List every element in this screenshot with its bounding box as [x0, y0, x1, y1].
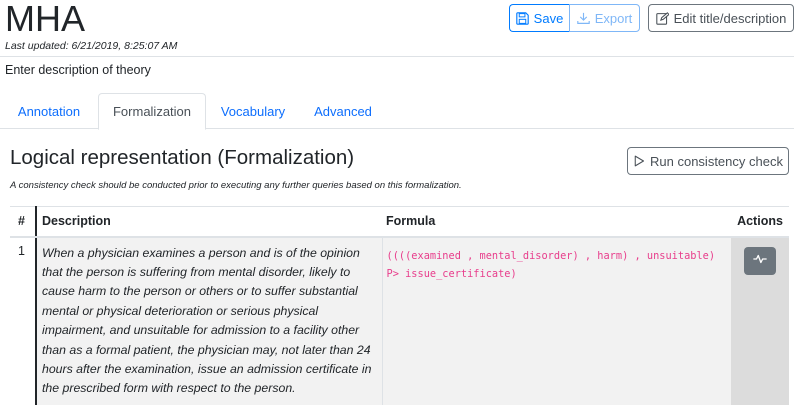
save-icon — [515, 11, 529, 25]
column-header-actions: Actions — [731, 206, 789, 238]
edit-icon — [655, 11, 669, 25]
save-button[interactable]: Save — [509, 4, 569, 32]
activity-icon — [753, 253, 767, 268]
column-header-formula: Formula — [382, 206, 731, 238]
row-formula[interactable]: ((((examined , mental_disorder) , harm) … — [381, 236, 731, 405]
analyze-button[interactable] — [744, 246, 776, 275]
column-header-description: Description — [35, 206, 382, 238]
formalization-table: # Description Formula Actions 1 When a p… — [10, 206, 789, 405]
export-button[interactable]: Export — [569, 4, 640, 32]
run-label: Run consistency check — [650, 153, 783, 169]
tab-bar: Annotation Formalization Vocabulary Adva… — [0, 93, 794, 130]
tab-vocabulary[interactable]: Vocabulary — [206, 93, 300, 129]
download-icon — [576, 12, 590, 25]
run-consistency-check-button[interactable]: Run consistency check — [627, 147, 789, 175]
row-number: 1 — [10, 236, 36, 405]
tab-advanced[interactable]: Advanced — [300, 93, 386, 129]
tab-formalization[interactable]: Formalization — [98, 93, 206, 130]
header-divider — [0, 56, 794, 57]
row-description[interactable]: When a physician examines a person and i… — [35, 236, 382, 405]
column-header-number: # — [10, 206, 36, 238]
save-label: Save — [533, 10, 564, 26]
theory-description[interactable]: Enter description of theory — [5, 63, 151, 77]
tab-annotation[interactable]: Annotation — [0, 93, 98, 129]
row-actions — [731, 236, 789, 405]
table-row: 1 When a physician examines a person and… — [10, 236, 789, 405]
consistency-note: A consistency check should be conducted … — [10, 180, 462, 191]
table-header-row: # Description Formula Actions — [10, 206, 789, 238]
edit-title-button[interactable]: Edit title/description — [648, 4, 794, 32]
edit-label: Edit title/description — [673, 10, 787, 26]
play-icon — [633, 155, 645, 167]
export-label: Export — [594, 10, 633, 26]
page-title: MHA — [5, 0, 85, 39]
last-updated: Last updated: 6/21/2019, 8:25:07 AM — [5, 40, 178, 52]
section-heading: Logical representation (Formalization) — [10, 146, 355, 169]
